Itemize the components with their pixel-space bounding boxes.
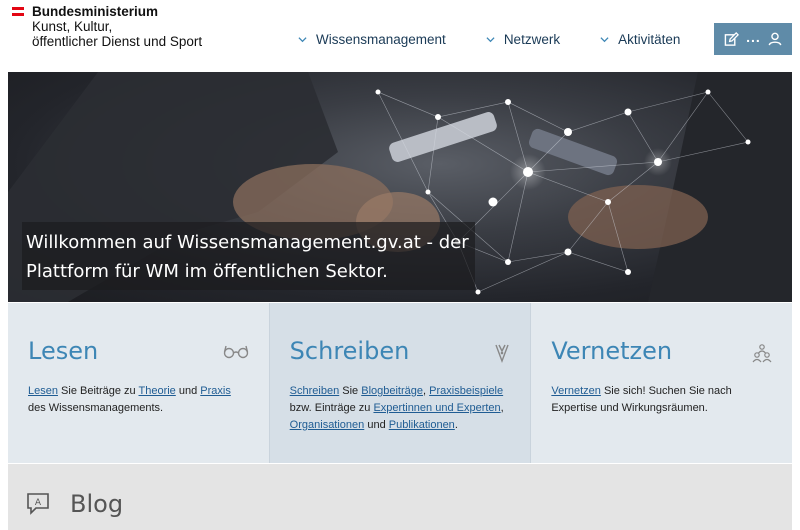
network-people-icon [752,344,772,363]
nav-item-wissensmanagement[interactable]: Wissensmanagement [298,32,446,47]
card-title: Schreiben [289,337,410,365]
card-vernetzen[interactable]: Vernetzen Vernetzen Sie sich! Suchen Sie… [530,303,793,463]
blog-title: Blog [70,490,124,518]
card-title: Lesen [28,337,99,365]
card-link[interactable]: Praxis [200,385,231,397]
chevron-down-icon [486,37,495,43]
card-link[interactable]: Vernetzen [551,385,601,397]
nav-item-label: Aktivitäten [618,32,681,47]
austrian-flag-icon [12,7,24,16]
card-lesen[interactable]: Lesen Lesen Sie Beiträge zu Theorie und … [8,303,269,463]
site-header: Bundesministerium Kunst, Kultur, öffentl… [0,0,800,72]
main-nav: Wissensmanagement Netzwerk Aktivitäten [298,32,720,47]
user-icon [768,32,782,46]
user-actions-bar: ... [714,23,792,55]
card-text-segment: des Wissensmanagements. [28,402,164,414]
card-link[interactable]: Schreiben [290,385,340,397]
nav-item-label: Netzwerk [503,32,561,47]
chevron-down-icon [298,37,307,43]
card-link[interactable]: Expertinnen und Experten [373,402,500,414]
blog-section[interactable]: A Blog [8,464,792,530]
more-button[interactable]: ... [746,29,761,45]
ministry-name: Bundesministerium Kunst, Kultur, öffentl… [32,4,202,49]
hero-caption-line1: Willkommen auf Wissensmanagement.gv.at -… [26,232,469,253]
feature-cards: Lesen Lesen Sie Beiträge zu Theorie und … [8,303,793,463]
card-link[interactable]: Theorie [139,385,176,397]
ministry-logo[interactable]: Bundesministerium Kunst, Kultur, öffentl… [12,4,202,49]
svg-text:A: A [35,498,42,508]
card-text-segment: und [364,419,389,431]
card-link[interactable]: Blogbeiträge [361,385,423,397]
card-link[interactable]: Organisationen [290,419,365,431]
card-link[interactable]: Praxisbeispiele [429,385,503,397]
card-text: Vernetzen Sie sich! Suchen Sie nach Expe… [551,383,772,417]
card-link[interactable]: Publikationen [389,419,455,431]
card-text-segment: Sie Beiträge zu [57,385,139,397]
speech-bubble-icon: A [27,493,49,515]
user-button[interactable] [768,32,782,46]
hero-banner: Willkommen auf Wissensmanagement.gv.at -… [8,72,792,302]
card-text-segment: bzw. Einträge zu [289,402,374,414]
ministry-name-line3: öffentlicher Dienst und Sport [32,34,203,49]
nav-item-netzwerk[interactable]: Netzwerk [486,32,560,47]
ministry-name-line1: Bundesministerium [32,4,159,19]
card-text-segment: und [175,385,201,397]
chevron-down-icon [600,37,609,43]
nav-item-label: Wissensmanagement [316,32,446,47]
nav-item-aktivitaeten[interactable]: Aktivitäten [600,32,680,47]
edit-button[interactable] [724,31,739,47]
card-text: Lesen Sie Beiträge zu Theorie und Praxis… [28,383,249,417]
card-text-segment: . [454,419,458,431]
card-title: Vernetzen [551,337,673,365]
pen-nib-icon [495,344,509,363]
card-link[interactable]: Lesen [28,385,58,397]
card-text-segment: , [500,402,504,414]
card-text: Schreiben Sie Blogbeiträge, Praxisbeispi… [290,383,511,434]
hero-caption-line2: Plattform für WM im öffentlichen Sektor. [26,261,388,282]
card-schreiben[interactable]: Schreiben Schreiben Sie Blogbeiträge, Pr… [268,303,531,463]
card-text-segment: Sie [339,385,362,397]
glasses-icon [223,345,248,359]
pencil-square-icon [724,31,739,46]
ministry-name-line2: Kunst, Kultur, [32,19,113,34]
hero-caption: Willkommen auf Wissensmanagement.gv.at -… [22,222,475,290]
